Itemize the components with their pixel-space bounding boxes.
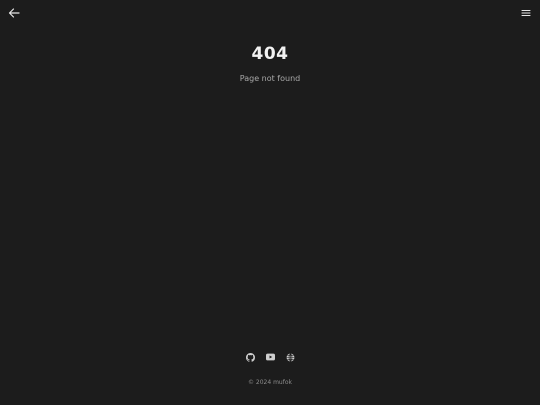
website-link[interactable] xyxy=(286,351,295,363)
footer-copyright: © 2024 mufok xyxy=(248,379,292,386)
youtube-icon xyxy=(265,353,275,361)
arrow-left-icon xyxy=(8,8,20,18)
youtube-link[interactable] xyxy=(265,351,275,363)
hamburger-menu-icon xyxy=(521,9,531,17)
github-icon xyxy=(245,352,255,362)
social-links xyxy=(0,351,540,363)
back-button[interactable] xyxy=(4,3,24,23)
not-found-page: 404 Page not found © 2024 mufok xyxy=(0,0,540,405)
page-subtitle: Page not found xyxy=(239,74,301,83)
menu-button[interactable] xyxy=(516,3,536,23)
github-link[interactable] xyxy=(245,351,255,363)
globe-icon xyxy=(286,352,294,362)
page-title: 404 xyxy=(251,44,289,64)
